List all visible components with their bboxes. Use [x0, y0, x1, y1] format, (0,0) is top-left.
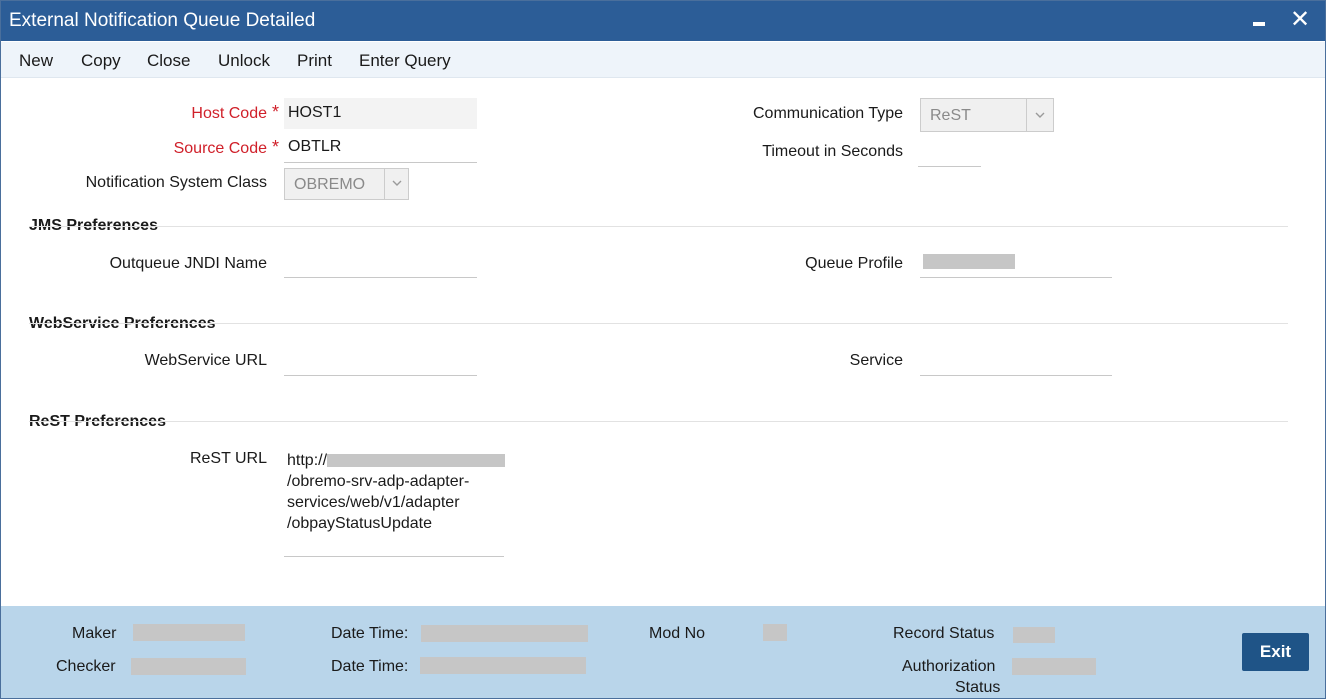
maker-value [133, 624, 245, 641]
checker-date-time-value [420, 657, 586, 674]
rest-url-line-4: /obpayStatusUpdate [287, 515, 432, 532]
audit-footer: Maker Checker Date Time: Date Time: Mod … [1, 606, 1325, 698]
notification-system-class-value: OBREMO [294, 176, 366, 193]
timeout-in-seconds-input[interactable] [918, 141, 981, 167]
authorization-status-label-line-2: Status [955, 679, 1001, 696]
outqueue-underline [284, 277, 477, 278]
source-code-value: OBTLR [288, 138, 342, 155]
minimize-icon[interactable] [1247, 7, 1273, 33]
outqueue-jndi-name-input[interactable] [284, 251, 477, 278]
close-button[interactable]: Close [147, 51, 190, 71]
authorization-status-label: Authorization [902, 658, 996, 675]
webservice-url-input[interactable] [284, 349, 477, 376]
toolbar: New Copy Close Unlock Print Enter Query [1, 42, 1325, 78]
service-label: Service [849, 352, 903, 369]
mod-no-value [763, 624, 787, 641]
source-code-field[interactable]: OBTLR [284, 133, 477, 163]
dialog-window: External Notification Queue Detailed ✕ N… [0, 0, 1326, 699]
webservice-url-label: WebService URL [144, 352, 267, 369]
date-time-label: Date Time: [331, 625, 409, 642]
communication-type-select[interactable]: ReST [920, 98, 1054, 132]
outqueue-jndi-name-label: Outqueue JNDI Name [109, 255, 267, 272]
service-underline [920, 375, 1112, 376]
record-status-label: Record Status [893, 625, 995, 642]
queue-profile-underline [920, 277, 1112, 278]
new-button[interactable]: New [19, 51, 53, 71]
redacted-value [923, 254, 1015, 269]
host-code-value: HOST1 [288, 104, 342, 121]
enter-query-button[interactable]: Enter Query [359, 51, 451, 71]
mod-no-label: Mod No [649, 625, 706, 642]
webservice-preferences-heading: WebService Preferences [29, 315, 216, 332]
section-divider [29, 323, 1288, 324]
source-code-required-mark: * [272, 137, 280, 157]
host-code-label: Host Code [191, 105, 267, 122]
date-time-label: Date Time: [331, 658, 409, 675]
rest-preferences-heading: ReST Preferences [29, 413, 166, 430]
maker-date-time-value [421, 625, 588, 642]
service-input[interactable] [920, 349, 1112, 376]
section-divider [29, 226, 1288, 227]
queue-profile-input[interactable] [920, 251, 1112, 278]
chevron-down-icon[interactable] [384, 169, 408, 199]
timeout-in-seconds-label: Timeout in Seconds [762, 143, 903, 160]
rest-url-label: ReST URL [189, 450, 267, 467]
checker-value [131, 658, 246, 675]
exit-button[interactable]: Exit [1242, 633, 1309, 671]
rest-url-line-2: /obremo-srv-adp-adapter- [287, 473, 470, 490]
webservice-url-underline [284, 375, 477, 376]
close-icon[interactable]: ✕ [1287, 7, 1313, 33]
maker-label: Maker [72, 625, 117, 642]
communication-type-label: Communication Type [753, 105, 903, 122]
print-button[interactable]: Print [297, 51, 332, 71]
rest-url-line-3: services/web/v1/adapter [287, 494, 460, 511]
queue-profile-label: Queue Profile [805, 255, 903, 272]
rest-url-value: http:// /obremo-srv-adp-adapter- service… [287, 450, 506, 534]
record-status-value [1013, 627, 1055, 643]
unlock-button[interactable]: Unlock [218, 51, 270, 71]
source-code-underline [284, 162, 477, 163]
notification-system-class-select[interactable]: OBREMO [284, 168, 409, 200]
chevron-down-icon[interactable] [1026, 99, 1053, 131]
checker-label: Checker [56, 658, 116, 675]
communication-type-value: ReST [930, 107, 971, 124]
notification-system-class-label: Notification System Class [85, 174, 267, 191]
window-title: External Notification Queue Detailed [9, 10, 316, 31]
rest-url-line-1: http:// [287, 452, 328, 469]
copy-button[interactable]: Copy [81, 51, 121, 71]
timeout-underline [918, 166, 981, 167]
title-bar: External Notification Queue Detailed ✕ [1, 1, 1325, 41]
rest-url-underline [284, 556, 504, 557]
host-code-required-mark: * [272, 102, 280, 122]
authorization-status-value [1012, 658, 1096, 675]
redacted-host [327, 454, 506, 468]
section-divider [29, 421, 1288, 422]
source-code-label: Source Code [173, 140, 267, 157]
host-code-field[interactable]: HOST1 [284, 98, 477, 129]
